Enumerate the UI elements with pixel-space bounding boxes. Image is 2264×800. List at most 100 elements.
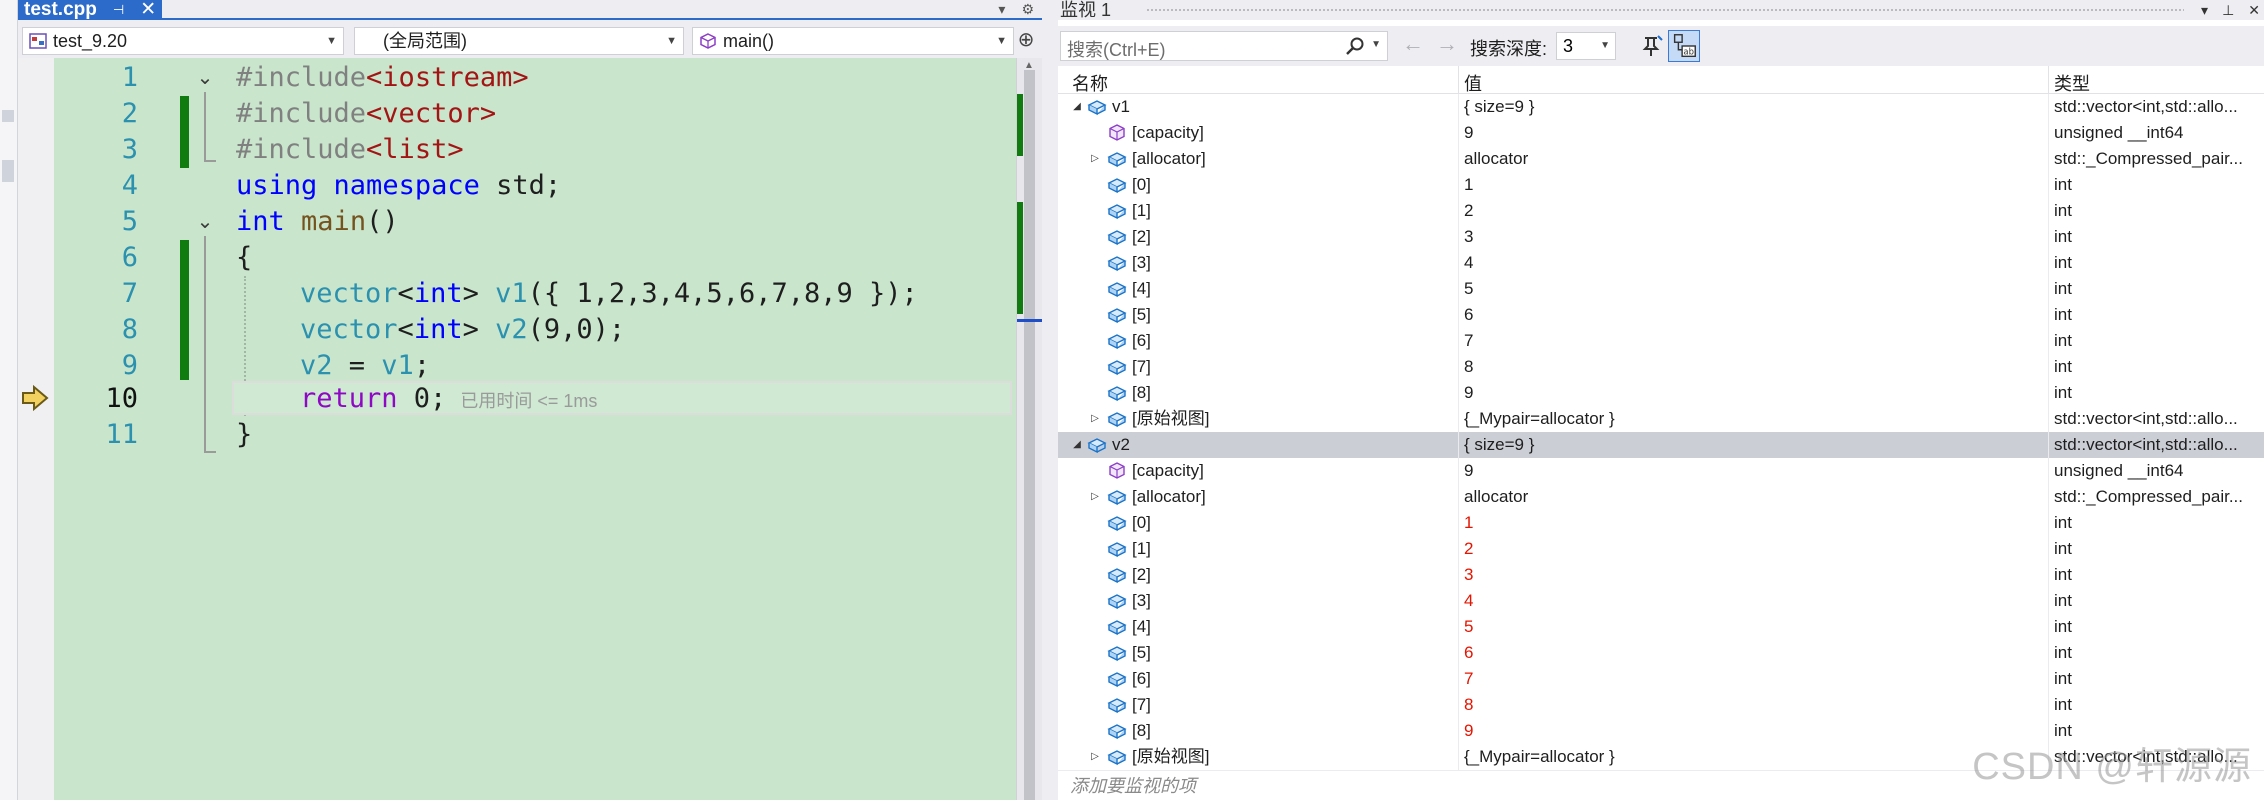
watch-child-row[interactable]: [4] 5 int <box>1058 614 2264 640</box>
watch-value[interactable]: {_Mypair=allocator } <box>1464 406 1615 432</box>
watch-child-row[interactable]: [0] 1 int <box>1058 172 2264 198</box>
watch-child-row[interactable]: [6] 7 int <box>1058 328 2264 354</box>
column-separator[interactable] <box>2048 66 2049 94</box>
watch-child-row[interactable]: [6] 7 int <box>1058 666 2264 692</box>
watch-value[interactable]: 7 <box>1464 328 1473 354</box>
search-back-arrow-icon[interactable]: ← <box>1402 31 1424 57</box>
watch-child-row[interactable]: [8] 9 int <box>1058 380 2264 406</box>
outline-guide <box>204 451 216 453</box>
watch-value[interactable]: 7 <box>1464 666 1473 692</box>
watch-child-row[interactable]: [5] 6 int <box>1058 640 2264 666</box>
pin-to-source-icon[interactable] <box>1636 30 1668 62</box>
tab-test-cpp[interactable]: test.cpp ⊣ ✕ <box>18 0 162 20</box>
method-cube-icon <box>700 33 716 49</box>
watch-child-row[interactable]: [1] 2 int <box>1058 198 2264 224</box>
collapse-chevron-icon[interactable]: ⌄ <box>195 68 215 88</box>
watch-child-row[interactable]: [3] 4 int <box>1058 250 2264 276</box>
tool-strip-marker[interactable] <box>2 160 14 182</box>
column-header-value[interactable]: 值 <box>1464 70 1482 96</box>
watch-value[interactable]: 6 <box>1464 302 1473 328</box>
close-icon[interactable]: ✕ <box>2248 0 2260 20</box>
collapse-chevron-icon[interactable]: ⌄ <box>195 212 215 232</box>
scrollbar-thumb[interactable] <box>1024 70 1035 800</box>
watch-title-bar: 监视 1 ▾ ⊥ ✕ <box>1058 0 2264 20</box>
watch-value[interactable]: 5 <box>1464 276 1473 302</box>
watch-variable-row[interactable]: ◢ v2 { size=9 } std::vector<int,std::allo..… <box>1058 432 2264 458</box>
chevron-down-icon[interactable]: ▼ <box>1371 39 1381 50</box>
watch-value[interactable]: 9 <box>1464 120 1473 146</box>
watch-child-row[interactable]: [4] 5 int <box>1058 276 2264 302</box>
expand-arrow-icon[interactable]: ▷ <box>1088 406 1102 432</box>
watch-value[interactable]: 6 <box>1464 640 1473 666</box>
watch-value[interactable]: 3 <box>1464 224 1473 250</box>
column-separator <box>2048 120 2049 146</box>
pin-icon[interactable]: ⊥ <box>2222 0 2234 20</box>
watch-child-row[interactable]: ▷ [原始视图] {_Mypair=allocator } std::vector<i… <box>1058 406 2264 432</box>
watch-value[interactable]: 1 <box>1464 510 1473 536</box>
function-dropdown[interactable]: main() ▼ <box>692 27 1014 55</box>
column-separator[interactable] <box>1458 66 1459 94</box>
watch-value[interactable]: allocator <box>1464 146 1528 172</box>
watch-value[interactable]: 4 <box>1464 250 1473 276</box>
watch-value[interactable]: 3 <box>1464 562 1473 588</box>
watch-type: int <box>2054 305 2072 324</box>
watch-value[interactable]: 2 <box>1464 536 1473 562</box>
expand-arrow-icon[interactable]: ▷ <box>1088 146 1102 172</box>
expand-arrow-icon[interactable]: ▷ <box>1088 744 1102 770</box>
column-header-type[interactable]: 类型 <box>2054 70 2090 96</box>
variable-icon <box>1106 539 1128 559</box>
gear-icon[interactable]: ⚙ <box>1021 1 1034 18</box>
variable-icon <box>1106 149 1128 169</box>
project-dropdown[interactable]: test_9.20 ▼ <box>22 27 344 55</box>
close-icon[interactable]: ✕ <box>140 0 156 20</box>
search-forward-arrow-icon[interactable]: → <box>1436 31 1458 57</box>
watch-variable-row[interactable]: ◢ v1 { size=9 } std::vector<int,std::allo..… <box>1058 94 2264 120</box>
watch-value[interactable]: 2 <box>1464 198 1473 224</box>
watch-value[interactable]: 9 <box>1464 718 1473 744</box>
watch-value[interactable]: 8 <box>1464 354 1473 380</box>
watch-child-row[interactable]: [7] 8 int <box>1058 692 2264 718</box>
watch-child-row[interactable]: [0] 1 int <box>1058 510 2264 536</box>
watch-child-row[interactable]: ▷ [allocator] allocator std::_Compressed_pa… <box>1058 146 2264 172</box>
search-icon[interactable] <box>1345 36 1365 56</box>
column-header-name[interactable]: 名称 <box>1072 70 1108 96</box>
watch-child-row[interactable]: [2] 3 int <box>1058 224 2264 250</box>
tool-strip-marker[interactable] <box>2 110 14 122</box>
watch-value[interactable]: { size=9 } <box>1464 94 1534 120</box>
scope-dropdown[interactable]: (全局范围) ▼ <box>354 27 684 55</box>
watch-value[interactable]: {_Mypair=allocator } <box>1464 744 1615 770</box>
code-line-8: vector<int> v2(9,0); <box>300 314 626 345</box>
search-depth-label: 搜索深度: <box>1470 39 1548 59</box>
pin-icon[interactable]: ⊣ <box>113 0 124 20</box>
search-depth-dropdown[interactable]: 3 ▼ <box>1556 32 1616 60</box>
watch-child-row[interactable]: [2] 3 int <box>1058 562 2264 588</box>
chevron-down-icon[interactable]: ▾ <box>998 1 1005 18</box>
watch-child-row[interactable]: [7] 8 int <box>1058 354 2264 380</box>
watch-value[interactable]: { size=9 } <box>1464 432 1534 458</box>
watch-child-row[interactable]: ▷ [allocator] allocator std::_Compressed_pa… <box>1058 484 2264 510</box>
expand-collapse-icon[interactable]: ◢ <box>1070 432 1084 458</box>
watch-value[interactable]: 1 <box>1464 172 1473 198</box>
expand-collapse-icon[interactable]: ◢ <box>1070 94 1084 120</box>
watch-value[interactable]: 9 <box>1464 380 1473 406</box>
chevron-down-icon[interactable]: ▾ <box>2201 0 2208 20</box>
watch-value[interactable]: 8 <box>1464 692 1473 718</box>
watch-child-row[interactable]: [capacity] 9 unsigned __int64 <box>1058 120 2264 146</box>
chevron-down-icon: ▼ <box>1600 40 1610 51</box>
watch-value[interactable]: allocator <box>1464 484 1528 510</box>
watch-child-row[interactable]: [5] 6 int <box>1058 302 2264 328</box>
watch-value[interactable]: 5 <box>1464 614 1473 640</box>
watch-child-row[interactable]: [3] 4 int <box>1058 588 2264 614</box>
expand-arrow-icon[interactable]: ▷ <box>1088 484 1102 510</box>
title-drag-grip[interactable] <box>1146 8 2184 12</box>
editor-vertical-scrollbar[interactable]: ▲ <box>1016 58 1043 800</box>
add-watch-item-input[interactable]: 添加要监视的项 <box>1070 772 1196 798</box>
watch-child-row[interactable]: [capacity] 9 unsigned __int64 <box>1058 458 2264 484</box>
split-window-icon[interactable]: ⊕ <box>1014 29 1038 53</box>
watch-value[interactable]: 4 <box>1464 588 1473 614</box>
watch-child-row[interactable]: [1] 2 int <box>1058 536 2264 562</box>
watch-search-input[interactable]: 搜索(Ctrl+E) ▼ <box>1060 31 1388 61</box>
watch-value[interactable]: 9 <box>1464 458 1473 484</box>
breakpoint-margin[interactable] <box>18 58 54 800</box>
hex-display-icon[interactable]: ab <box>1668 30 1700 62</box>
